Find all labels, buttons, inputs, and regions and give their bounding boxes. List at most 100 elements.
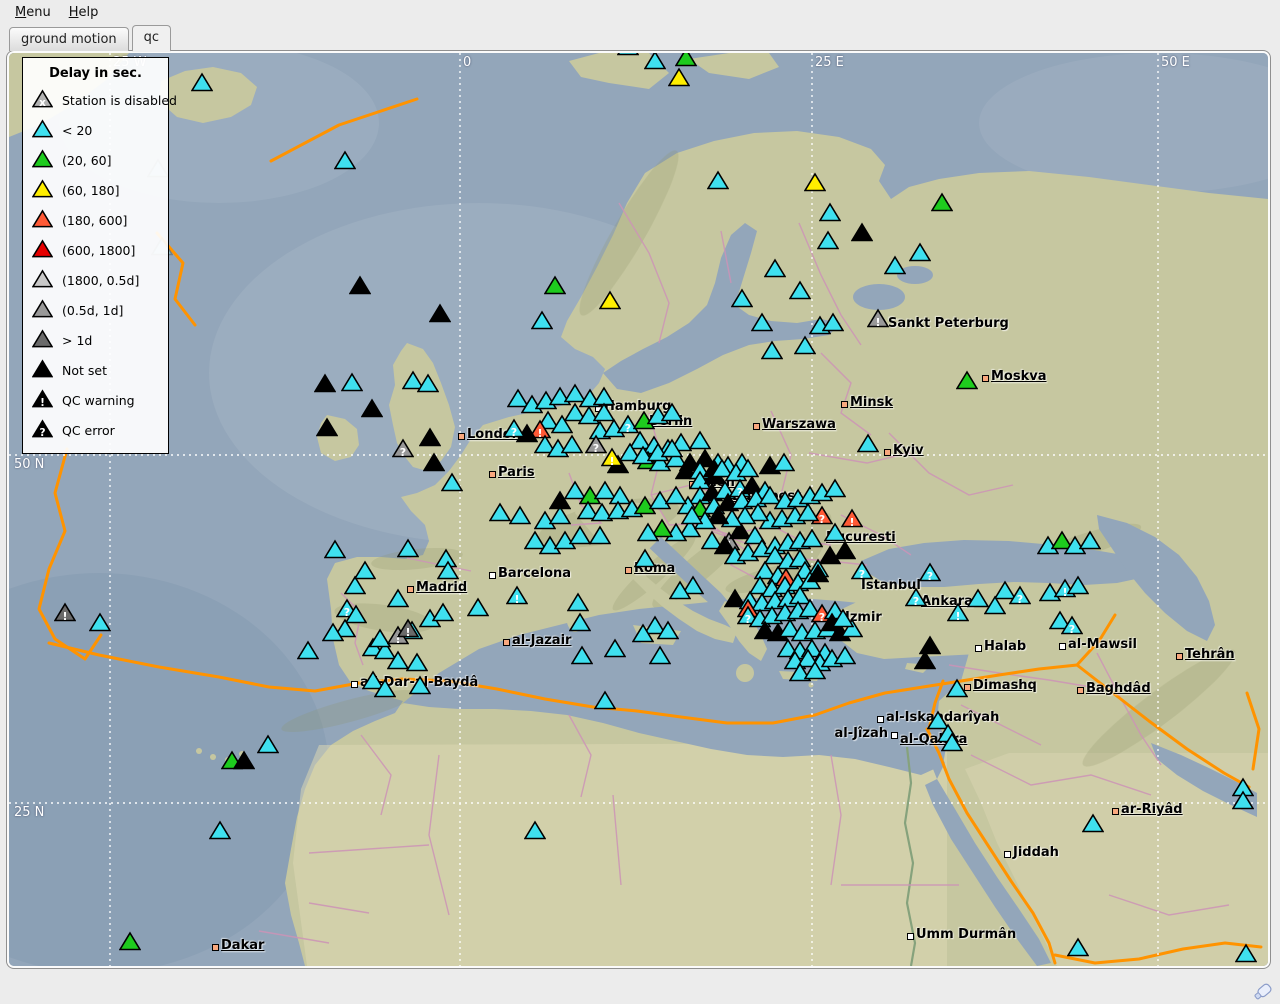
station-marker[interactable] xyxy=(1067,937,1089,957)
station-marker[interactable] xyxy=(374,678,396,698)
station-marker[interactable] xyxy=(432,602,454,622)
station-marker[interactable] xyxy=(832,608,854,628)
station-marker[interactable] xyxy=(857,433,879,453)
station-marker[interactable] xyxy=(941,732,963,752)
station-marker[interactable] xyxy=(89,612,111,632)
station-marker[interactable] xyxy=(571,645,593,665)
station-marker[interactable] xyxy=(761,340,783,360)
station-marker[interactable] xyxy=(354,560,376,580)
station-marker[interactable] xyxy=(649,645,671,665)
station-marker[interactable] xyxy=(599,290,621,310)
station-marker[interactable] xyxy=(637,522,659,542)
station-marker[interactable] xyxy=(668,67,690,87)
station-marker[interactable] xyxy=(361,398,383,418)
station-marker[interactable] xyxy=(119,931,141,951)
station-marker[interactable] xyxy=(334,150,356,170)
connection-status-icon[interactable] xyxy=(1252,981,1274,1001)
menu-item-help[interactable]: Help xyxy=(60,2,108,23)
station-marker[interactable] xyxy=(909,242,931,262)
station-marker[interactable] xyxy=(689,430,711,450)
station-marker[interactable] xyxy=(822,312,844,332)
station-marker[interactable] xyxy=(807,563,829,583)
station-marker[interactable] xyxy=(1082,813,1104,833)
station-marker[interactable] xyxy=(509,505,531,525)
station-marker[interactable] xyxy=(804,172,826,192)
station-marker[interactable] xyxy=(604,638,626,658)
station-marker[interactable] xyxy=(919,635,941,655)
station-marker[interactable] xyxy=(617,51,639,56)
menu-item-menu[interactable]: Menu xyxy=(6,2,60,23)
station-marker[interactable] xyxy=(834,645,856,665)
station-marker[interactable]: ? xyxy=(392,438,414,458)
station-marker[interactable] xyxy=(665,485,687,505)
station-marker[interactable] xyxy=(524,820,546,840)
station-marker[interactable] xyxy=(569,525,591,545)
station-marker[interactable] xyxy=(851,222,873,242)
station-marker[interactable] xyxy=(773,452,795,472)
station-marker[interactable]: ! xyxy=(947,602,969,622)
station-marker[interactable] xyxy=(406,652,428,672)
station-marker[interactable] xyxy=(316,417,338,437)
station-marker[interactable] xyxy=(834,540,856,560)
station-marker[interactable]: ! xyxy=(54,602,76,622)
station-marker[interactable]: ! xyxy=(867,308,889,328)
station-marker[interactable] xyxy=(657,620,679,640)
station-marker[interactable] xyxy=(409,675,431,695)
station-marker[interactable] xyxy=(437,560,459,580)
station-marker[interactable] xyxy=(589,525,611,545)
station-marker[interactable] xyxy=(669,580,691,600)
map-view[interactable]: 25 W025 E50 E50 N25 N LondonParisMadridB… xyxy=(7,51,1270,968)
station-marker[interactable] xyxy=(931,192,953,212)
station-marker[interactable] xyxy=(797,502,819,522)
station-marker[interactable]: ? xyxy=(503,418,525,438)
station-marker[interactable] xyxy=(257,734,279,754)
station-marker[interactable] xyxy=(1079,530,1101,550)
station-marker[interactable] xyxy=(751,312,773,332)
station-marker[interactable] xyxy=(634,548,656,568)
station-marker[interactable] xyxy=(569,612,591,632)
station-marker[interactable] xyxy=(441,472,463,492)
station-marker[interactable] xyxy=(884,255,906,275)
station-marker[interactable] xyxy=(467,597,489,617)
station-marker[interactable] xyxy=(644,51,666,70)
station-marker[interactable] xyxy=(191,72,213,92)
tab-ground-motion[interactable]: ground motion xyxy=(9,27,129,51)
station-marker[interactable]: ! xyxy=(397,618,419,638)
station-marker[interactable]: ? xyxy=(1009,585,1031,605)
station-marker[interactable] xyxy=(567,592,589,612)
station-marker[interactable] xyxy=(632,623,654,643)
station-marker[interactable] xyxy=(341,372,363,392)
station-marker[interactable] xyxy=(661,402,683,422)
station-marker[interactable] xyxy=(817,230,839,250)
station-marker[interactable] xyxy=(1232,790,1254,810)
station-marker[interactable] xyxy=(789,280,811,300)
station-marker[interactable] xyxy=(397,538,419,558)
tab-qc[interactable]: qc xyxy=(132,25,171,51)
station-marker[interactable] xyxy=(956,370,978,390)
station-marker[interactable] xyxy=(804,660,826,680)
station-marker[interactable] xyxy=(824,478,846,498)
station-marker[interactable] xyxy=(531,310,553,330)
station-marker[interactable] xyxy=(551,414,573,434)
station-marker[interactable] xyxy=(387,588,409,608)
station-marker[interactable] xyxy=(594,690,616,710)
station-marker[interactable] xyxy=(423,452,445,472)
station-marker[interactable] xyxy=(349,275,371,295)
station-marker[interactable] xyxy=(489,502,511,522)
station-marker[interactable] xyxy=(297,640,319,660)
station-marker[interactable] xyxy=(324,539,346,559)
station-marker[interactable] xyxy=(731,288,753,308)
station-marker[interactable]: ? xyxy=(851,560,873,580)
station-marker[interactable] xyxy=(561,434,583,454)
station-marker[interactable] xyxy=(794,335,816,355)
station-marker[interactable] xyxy=(764,258,786,278)
station-marker[interactable] xyxy=(1235,943,1257,963)
station-marker[interactable]: ? xyxy=(905,587,927,607)
station-marker[interactable] xyxy=(322,622,344,642)
station-marker[interactable] xyxy=(233,750,255,770)
station-marker[interactable] xyxy=(946,678,968,698)
station-marker[interactable] xyxy=(967,588,989,608)
station-marker[interactable] xyxy=(824,522,846,542)
station-marker[interactable] xyxy=(429,303,451,323)
station-marker[interactable] xyxy=(209,820,231,840)
